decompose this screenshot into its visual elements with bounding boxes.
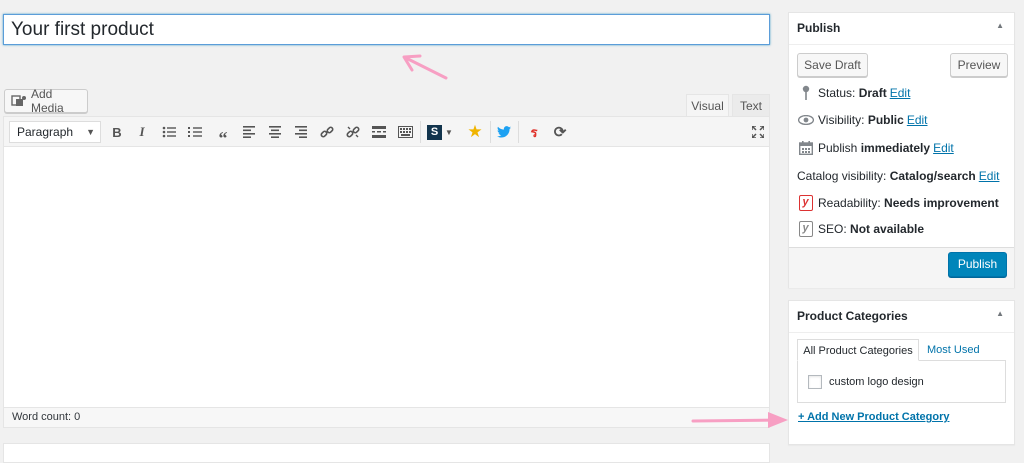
tab-most-used[interactable]: Most Used bbox=[927, 339, 980, 361]
seo-row: y SEO: Not available bbox=[797, 221, 924, 237]
bullet-list-icon[interactable] bbox=[159, 122, 179, 142]
seo-label: SEO: bbox=[818, 222, 847, 236]
publish-actions: Publish bbox=[789, 247, 1014, 288]
edit-publish-time-link[interactable]: Edit bbox=[933, 141, 954, 155]
tab-text[interactable]: Text bbox=[732, 94, 770, 116]
pointer-arrow-icon bbox=[402, 54, 448, 80]
tab-visual[interactable]: Visual bbox=[686, 94, 729, 116]
chevron-down-icon: ▼ bbox=[86, 127, 95, 137]
status-label: Status: bbox=[818, 85, 856, 100]
toolbar-divider bbox=[518, 121, 519, 143]
blockquote-icon[interactable]: “ bbox=[213, 122, 233, 148]
shortcode-icon[interactable]: ร bbox=[524, 122, 544, 142]
next-metabox bbox=[3, 443, 770, 463]
category-checkbox[interactable] bbox=[808, 375, 822, 389]
collapse-toggle-icon[interactable]: ▲ bbox=[996, 21, 1004, 30]
product-categories-box: Product Categories ▲ All Product Categor… bbox=[788, 300, 1015, 445]
category-checklist: custom logo design bbox=[797, 360, 1006, 403]
word-count: Word count: 0 bbox=[12, 411, 81, 423]
refresh-icon[interactable]: ⟳ bbox=[550, 122, 570, 142]
status-value: Draft bbox=[858, 85, 887, 100]
add-media-button[interactable]: Add Media bbox=[4, 87, 88, 115]
category-item[interactable]: custom logo design bbox=[808, 375, 924, 389]
publish-time-label: Publish bbox=[818, 141, 858, 155]
visibility-label: Visibility: bbox=[818, 113, 865, 127]
edit-visibility-link[interactable]: Edit bbox=[907, 113, 928, 127]
readability-label: Readability: bbox=[818, 196, 881, 210]
align-center-icon[interactable] bbox=[265, 122, 285, 142]
seo-value: Not available bbox=[850, 222, 925, 236]
star-icon[interactable]: ★ bbox=[465, 122, 485, 142]
italic-icon[interactable]: I bbox=[132, 122, 152, 142]
preview-button[interactable]: Preview bbox=[950, 53, 1008, 77]
toolbar-divider bbox=[490, 121, 491, 143]
publish-time-row: Publish immediately Edit bbox=[797, 141, 954, 155]
toolbar-divider bbox=[420, 121, 421, 143]
add-new-category-link[interactable]: + Add New Product Category bbox=[798, 411, 949, 423]
visibility-value: Public bbox=[867, 113, 904, 127]
eye-icon bbox=[797, 115, 814, 125]
format-select-value: Paragraph bbox=[17, 125, 74, 139]
readability-value: Needs improvement bbox=[884, 196, 999, 210]
visibility-row: Visibility: Public Edit bbox=[797, 113, 928, 127]
numbered-list-icon[interactable] bbox=[185, 122, 205, 142]
edit-catalog-visibility-link[interactable]: Edit bbox=[979, 169, 1000, 183]
status-row: Status: Draft Edit bbox=[797, 85, 910, 100]
pointer-arrow-icon bbox=[691, 412, 788, 428]
calendar-icon bbox=[797, 141, 814, 155]
media-icon bbox=[11, 95, 26, 106]
read-more-icon[interactable] bbox=[369, 122, 389, 142]
add-media-label: Add Media bbox=[31, 87, 64, 115]
publish-box: Publish ▲ Save Draft Preview Status: Dra… bbox=[788, 12, 1015, 288]
format-select[interactable]: Paragraph ▼ bbox=[9, 121, 101, 143]
category-label: custom logo design bbox=[829, 376, 924, 388]
yoast-seo-icon: y bbox=[797, 221, 814, 237]
content-editor[interactable]: Paragraph ▼ B I “ S ▼ ★ ร ⟳ Word count: … bbox=[3, 116, 770, 428]
link-icon[interactable] bbox=[317, 122, 337, 142]
editor-toolbar: Paragraph ▼ B I “ S ▼ ★ ร ⟳ bbox=[4, 117, 769, 148]
align-right-icon[interactable] bbox=[291, 122, 311, 142]
product-title-input[interactable] bbox=[3, 14, 770, 45]
align-left-icon[interactable] bbox=[239, 122, 259, 142]
catalog-visibility-value: Catalog/search bbox=[889, 169, 976, 183]
save-draft-button[interactable]: Save Draft bbox=[797, 53, 868, 77]
publish-heading: Publish bbox=[789, 13, 1014, 45]
publish-button[interactable]: Publish bbox=[948, 252, 1007, 277]
fullscreen-icon[interactable] bbox=[748, 122, 768, 142]
tab-all-product-categories[interactable]: All Product Categories bbox=[797, 339, 919, 361]
twitter-icon[interactable] bbox=[494, 122, 514, 142]
publish-time-value: immediately bbox=[860, 141, 931, 155]
toolbar-toggle-icon[interactable] bbox=[395, 122, 415, 142]
edit-status-link[interactable]: Edit bbox=[890, 86, 911, 100]
yoast-readability-icon: y bbox=[797, 195, 814, 211]
readability-row: y Readability: Needs improvement bbox=[797, 195, 999, 211]
unlink-icon[interactable] bbox=[343, 122, 363, 142]
product-categories-heading: Product Categories bbox=[789, 301, 1014, 333]
editor-statusbar: Word count: 0 bbox=[4, 407, 769, 427]
pin-icon bbox=[797, 85, 814, 100]
catalog-visibility-row: Catalog visibility: Catalog/search Edit bbox=[797, 169, 999, 183]
collapse-toggle-icon[interactable]: ▲ bbox=[996, 309, 1004, 318]
s-plugin-icon[interactable]: S ▼ bbox=[425, 122, 455, 142]
catalog-visibility-label: Catalog visibility: bbox=[797, 169, 887, 183]
bold-icon[interactable]: B bbox=[107, 122, 127, 142]
